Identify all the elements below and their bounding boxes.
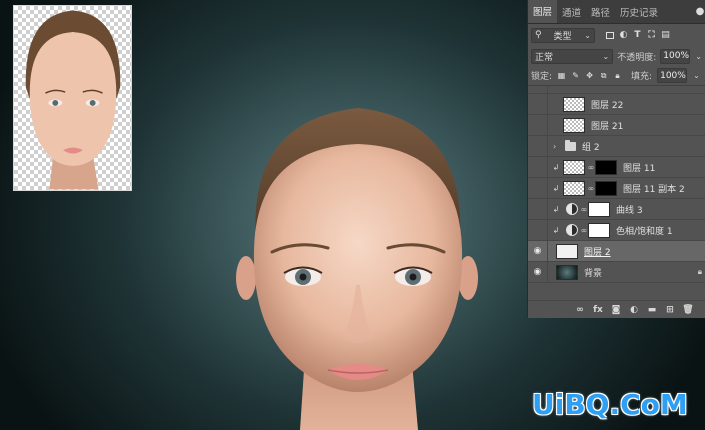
- layer-name[interactable]: 图层 11: [623, 161, 655, 174]
- mask-link-icon[interactable]: ∞: [580, 205, 588, 214]
- chevron-down-icon: ⌄: [584, 30, 591, 40]
- blend-row: 正常 ⌄ 不透明度: 100% ⌄: [528, 46, 705, 66]
- tab-channels[interactable]: 通道: [557, 0, 586, 23]
- visibility-toggle[interactable]: [528, 135, 548, 157]
- folder-icon: [565, 139, 576, 151]
- group-row[interactable]: › 组 2: [528, 135, 705, 157]
- panel-tab-bar: 图层 通道 路径 历史记录 ●: [528, 0, 705, 24]
- tab-paths[interactable]: 路径: [586, 0, 615, 23]
- new-adjustment-icon[interactable]: ◐: [629, 305, 639, 315]
- opacity-slider-toggle-icon[interactable]: ⌄: [695, 52, 702, 61]
- curves-adjustment-icon: [566, 203, 578, 215]
- lock-image-pixels-icon[interactable]: ✎: [571, 71, 580, 80]
- chevron-down-icon: ⌄: [602, 51, 610, 61]
- add-mask-icon[interactable]: ◙: [611, 305, 621, 315]
- layer-mask-thumbnail[interactable]: [595, 180, 617, 196]
- filter-kind-label: 类型: [553, 31, 572, 42]
- layer-row[interactable]: ↲ ∞ 图层 11 副本 2: [528, 177, 705, 199]
- layer-row[interactable]: 图层 22: [528, 93, 705, 115]
- layers-panel: 图层 通道 路径 历史记录 ● ⚲ 类型 ⌄ ◐ T ⛶ ▤ 正常 ⌄ 不透明度…: [527, 0, 705, 318]
- layer-thumbnail: [556, 264, 578, 280]
- lock-all-icon[interactable]: 🔒︎: [613, 71, 622, 80]
- layer-row[interactable]: 图层 21: [528, 114, 705, 136]
- group-name[interactable]: 组 2: [582, 140, 600, 153]
- layer-name[interactable]: 图层 11 副本 2: [623, 182, 685, 195]
- new-layer-icon[interactable]: ⊞: [665, 305, 675, 315]
- layer-name[interactable]: 背景: [584, 266, 602, 279]
- mask-link-icon[interactable]: ∞: [580, 226, 588, 235]
- fill-label: 填充:: [631, 72, 653, 82]
- layer-name[interactable]: 曲线 3: [616, 203, 643, 216]
- layer-thumbnail: [556, 243, 578, 259]
- blend-mode-dropdown[interactable]: 正常 ⌄: [531, 48, 614, 64]
- tab-history[interactable]: 历史记录: [615, 0, 663, 23]
- visibility-toggle[interactable]: [528, 219, 548, 241]
- layer-row-selected[interactable]: ◉ 图层 2: [528, 240, 705, 262]
- delete-layer-icon[interactable]: 🗑︎: [682, 305, 693, 315]
- layer-thumbnail: [563, 180, 585, 196]
- fx-icon[interactable]: fx: [593, 305, 603, 315]
- clipping-arrow-icon: ↲: [552, 183, 560, 193]
- visibility-toggle[interactable]: [528, 177, 548, 199]
- lock-row: 锁定: ▦ ✎ ✥ ⧉ 🔒︎ 填充: 100% ⌄: [528, 66, 705, 86]
- link-layers-icon[interactable]: ∞: [575, 305, 585, 315]
- mask-link-icon[interactable]: ∞: [587, 184, 595, 193]
- shape-filter-icon[interactable]: ⛶: [647, 30, 656, 40]
- clipping-arrow-icon: ↲: [552, 162, 560, 172]
- adjustment-filter-icon[interactable]: ◐: [619, 30, 628, 40]
- layer-mask-thumbnail[interactable]: [595, 159, 617, 175]
- visibility-toggle[interactable]: ◉: [528, 240, 548, 262]
- layer-filter-row: ⚲ 类型 ⌄ ◐ T ⛶ ▤: [528, 24, 705, 46]
- filter-kind-dropdown[interactable]: ⚲ 类型 ⌄: [531, 27, 595, 43]
- lock-label: 锁定:: [531, 72, 553, 82]
- image-filter-icon[interactable]: [605, 31, 614, 40]
- blend-mode-value: 正常: [535, 52, 554, 63]
- smart-object-filter-icon[interactable]: ▤: [661, 30, 670, 40]
- transparent-preview-thumbnail: [13, 5, 132, 191]
- clipping-arrow-icon: ↲: [552, 204, 560, 214]
- new-group-icon[interactable]: ▬: [647, 305, 657, 315]
- layer-name[interactable]: 图层 21: [591, 119, 623, 132]
- layer-row[interactable]: ↲ ∞ 图层 11: [528, 156, 705, 178]
- lock-position-icon[interactable]: ✥: [585, 71, 594, 80]
- layer-row-partial[interactable]: [528, 86, 705, 94]
- visibility-toggle[interactable]: [528, 156, 548, 178]
- visibility-toggle[interactable]: [528, 198, 548, 220]
- visibility-toggle[interactable]: ◉: [528, 261, 548, 283]
- adjustment-layer-row[interactable]: ↲ ∞ 曲线 3: [528, 198, 705, 220]
- layer-thumbnail: [563, 117, 585, 133]
- portrait-image: [228, 100, 488, 430]
- tab-layers[interactable]: 图层: [528, 0, 558, 23]
- layer-list: 图层 22 图层 21 › 组 2 ↲ ∞ 图层 11 ↲ ∞ 图层 11 副本…: [528, 86, 705, 283]
- panel-menu-icon[interactable]: ●: [695, 0, 705, 23]
- fill-slider-toggle-icon[interactable]: ⌄: [693, 71, 700, 80]
- mask-link-icon[interactable]: ∞: [587, 163, 595, 172]
- layer-thumbnail: [563, 159, 585, 175]
- lock-artboard-icon[interactable]: ⧉: [599, 71, 608, 80]
- visibility-toggle[interactable]: [528, 114, 548, 136]
- lock-icon: 🔒︎: [697, 267, 702, 276]
- type-filter-icon[interactable]: T: [633, 30, 642, 40]
- layer-name[interactable]: 图层 2: [584, 245, 611, 258]
- opacity-label: 不透明度:: [617, 52, 657, 63]
- eye-icon: ◉: [533, 246, 542, 256]
- site-watermark-logo: UiBQ.CoM: [532, 388, 688, 421]
- lock-transparent-pixels-icon[interactable]: ▦: [557, 71, 566, 80]
- search-icon: ⚲: [535, 30, 542, 40]
- eye-icon: ◉: [533, 267, 542, 277]
- hue-saturation-adjustment-icon: [566, 224, 578, 236]
- opacity-field[interactable]: 100%: [660, 48, 691, 64]
- background-layer-row[interactable]: ◉ 背景 🔒︎: [528, 261, 705, 283]
- fill-field[interactable]: 100%: [657, 68, 688, 83]
- layer-thumbnail: [563, 96, 585, 112]
- layer-mask-thumbnail[interactable]: [588, 201, 610, 217]
- layer-name[interactable]: 图层 22: [591, 98, 623, 111]
- visibility-toggle[interactable]: [528, 93, 548, 115]
- clipping-arrow-icon: ↲: [552, 225, 560, 235]
- chevron-right-icon[interactable]: ›: [553, 142, 563, 151]
- adjustment-layer-row[interactable]: ↲ ∞ 色相/饱和度 1: [528, 219, 705, 241]
- layers-panel-footer: ∞ fx ◙ ◐ ▬ ⊞ 🗑︎: [528, 300, 705, 318]
- layer-mask-thumbnail[interactable]: [588, 222, 610, 238]
- layer-name[interactable]: 色相/饱和度 1: [616, 224, 673, 237]
